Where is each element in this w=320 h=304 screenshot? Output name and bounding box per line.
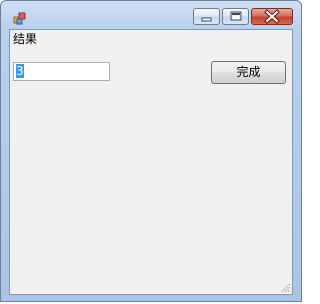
close-button[interactable]	[251, 8, 293, 25]
resize-grip-icon[interactable]	[279, 281, 291, 293]
selected-input-text: 3	[16, 64, 24, 78]
title-bar[interactable]	[1, 1, 301, 29]
form-client-area: 结果 3 完成	[9, 29, 293, 295]
maximize-icon	[230, 11, 242, 21]
done-button[interactable]: 完成	[211, 61, 286, 84]
maximize-button[interactable]	[222, 8, 249, 25]
minimize-icon	[201, 17, 212, 22]
application-window: 结果 3 完成	[0, 0, 302, 302]
close-icon	[264, 9, 280, 24]
result-input[interactable]: 3	[13, 62, 110, 81]
result-label: 结果	[13, 32, 38, 46]
caption-buttons	[193, 8, 293, 26]
minimize-button[interactable]	[193, 8, 220, 25]
app-window-icon	[13, 11, 27, 25]
